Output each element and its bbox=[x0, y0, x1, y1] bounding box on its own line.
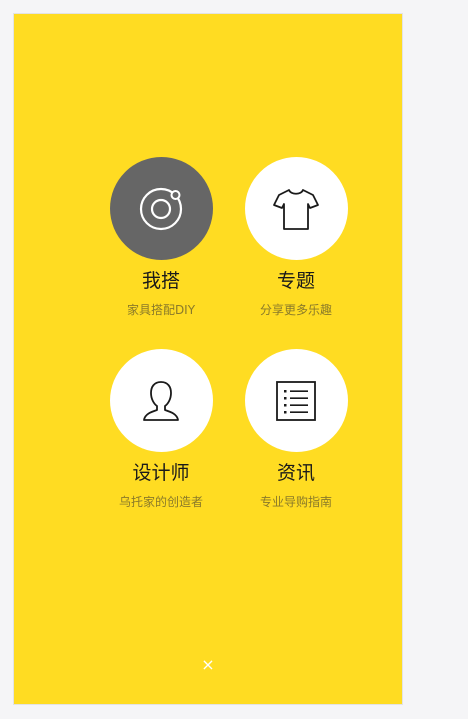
menu-item-zi-xun[interactable]: 资讯 专业导购指南 bbox=[226, 349, 366, 510]
user-icon bbox=[143, 380, 179, 421]
menu-item-title: 设计师 bbox=[132, 462, 190, 484]
menu-item-title: 资讯 bbox=[276, 462, 315, 484]
close-button[interactable]: × bbox=[198, 654, 218, 674]
close-icon: × bbox=[201, 654, 215, 674]
menu-item-subtitle: 乌托家的创造者 bbox=[118, 495, 203, 509]
menu-item-title: 我搭 bbox=[141, 270, 180, 292]
tshirt-icon bbox=[273, 188, 319, 230]
list-icon bbox=[276, 380, 316, 421]
menu-item-title: 专题 bbox=[276, 270, 315, 292]
menu-item-circle[interactable] bbox=[109, 349, 213, 452]
menu-item-circle[interactable] bbox=[109, 157, 213, 260]
menu-item-zhuan-ti[interactable]: 专题 分享更多乐趣 bbox=[226, 157, 366, 318]
target-icon bbox=[139, 187, 183, 230]
menu-item-circle[interactable] bbox=[244, 349, 348, 452]
menu-item-subtitle: 分享更多乐趣 bbox=[259, 303, 332, 317]
menu-item-subtitle: 专业导购指南 bbox=[259, 495, 332, 509]
menu-item-circle[interactable] bbox=[244, 157, 348, 260]
menu-item-subtitle: 家具搭配DIY bbox=[126, 303, 196, 317]
menu-panel: 我搭 家具搭配DIY 专题 分享更多乐趣 设计师 乌托家的创造者 资讯 专业导购… bbox=[14, 14, 402, 704]
menu-item-she-ji-shi[interactable]: 设计师 乌托家的创造者 bbox=[91, 349, 231, 510]
menu-item-wo-da[interactable]: 我搭 家具搭配DIY bbox=[91, 157, 231, 318]
